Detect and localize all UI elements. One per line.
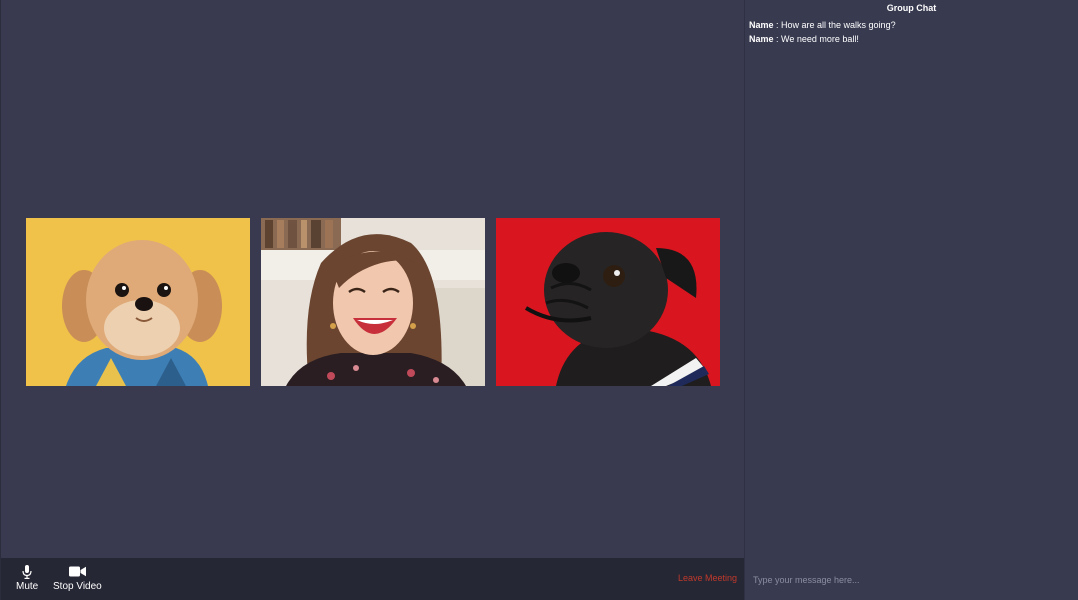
chat-message: Name : How are all the walks going? [749,19,1078,33]
participant-video-dog-yellow [26,218,250,386]
video-grid [26,218,720,386]
mute-button[interactable]: Mute [16,564,38,592]
stop-video-label: Stop Video [53,581,102,592]
message-sender: Name [749,33,774,44]
video-tile-3[interactable] [496,218,720,386]
chat-title: Group Chat [886,3,937,13]
chat-message: Name : We need more ball! [749,33,1078,47]
message-text: : We need more ball! [773,33,859,44]
leave-meeting-button[interactable]: Leave Meeting [678,573,737,583]
stop-video-button[interactable]: Stop Video [53,564,102,592]
meeting-main-area: Mute Stop Video Leave Meeting [0,0,745,600]
meeting-controls-bar: Mute Stop Video Leave Meeting [1,558,745,600]
participant-video-woman [261,218,485,386]
video-camera-icon [68,564,86,579]
message-text: : How are all the walks going? [773,20,896,30]
chat-message-input[interactable] [753,573,1069,587]
group-chat-panel: Group Chat Name : How are all the walks … [744,0,1078,600]
message-sender: Name [749,20,774,30]
participant-video-pug-red [496,218,720,386]
mute-label: Mute [16,581,39,592]
video-tile-2[interactable] [261,218,485,386]
microphone-icon [22,564,32,579]
video-tile-1[interactable] [26,218,250,386]
chat-messages: Name : How are all the walks going? Name… [745,15,1078,46]
